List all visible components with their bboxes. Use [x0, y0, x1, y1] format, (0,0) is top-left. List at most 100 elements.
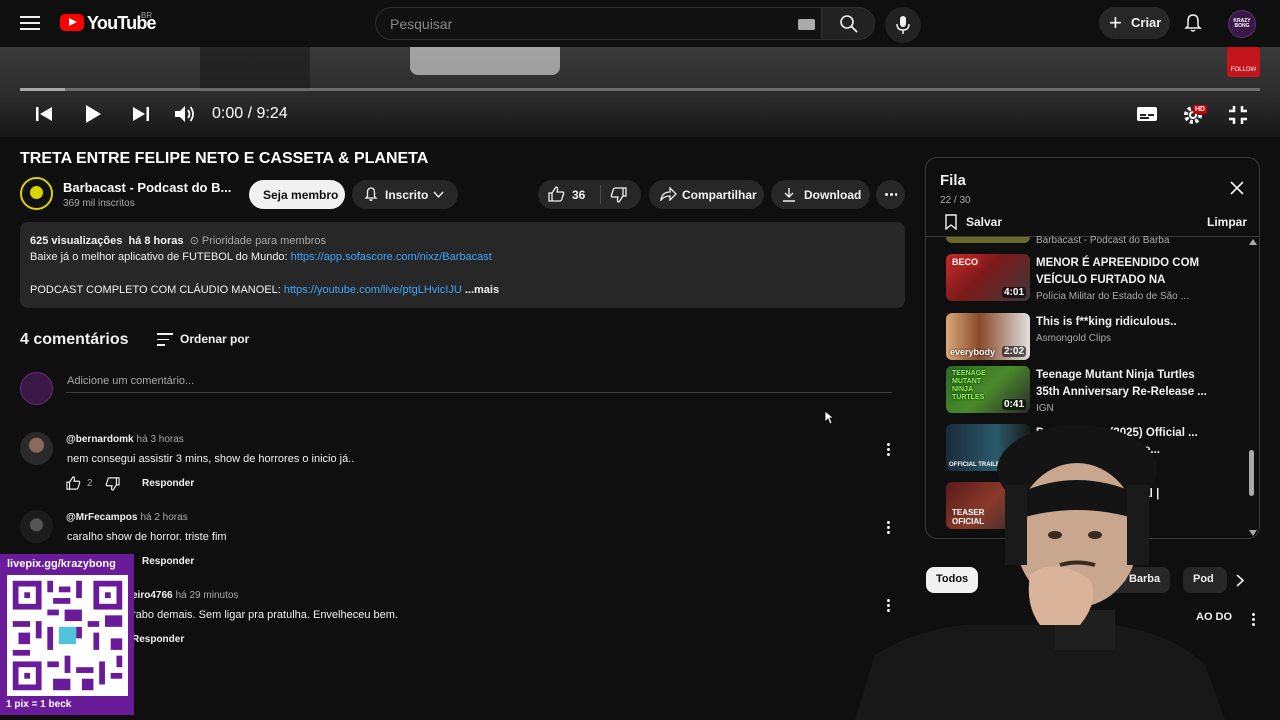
- more-horizontal-icon: [884, 193, 897, 196]
- share-button[interactable]: Compartilhar: [649, 180, 764, 209]
- comment-author[interactable]: eiro4766 há 29 minutos: [132, 590, 238, 601]
- sort-button[interactable]: Ordenar por: [180, 332, 249, 346]
- notifications-bell-icon[interactable]: [1183, 13, 1203, 33]
- comment-author-handle[interactable]: @MrFecampos: [66, 512, 137, 523]
- queue-thumbnail[interactable]: everybody 2:02: [946, 313, 1030, 360]
- dislike-icon[interactable]: [610, 187, 627, 203]
- thumbnail-text: everybody: [950, 347, 996, 357]
- comment-author[interactable]: @MrFecampos há 2 horas: [66, 512, 188, 523]
- join-button[interactable]: Seja membro: [249, 180, 345, 209]
- chevron-right-icon[interactable]: [1235, 574, 1245, 587]
- plus-icon: +: [1109, 10, 1122, 35]
- donation-url: livepix.gg/krazybong: [7, 558, 116, 570]
- more-actions-button[interactable]: [876, 180, 905, 209]
- next-icon[interactable]: [132, 106, 150, 122]
- queue-item-title[interactable]: MENOR É APREENDIDO COM VEÍCULO FURTADO N…: [1036, 255, 1208, 289]
- queue-scrollbar[interactable]: [1249, 450, 1254, 496]
- search-icon: [840, 15, 858, 33]
- queue-item[interactable]: BECO 4:01 MENOR É APREENDIDO COM VEÍCULO…: [946, 254, 1246, 308]
- comment-like-count: 2: [87, 478, 93, 489]
- commenter-avatar[interactable]: [20, 510, 53, 543]
- reply-button[interactable]: Responder: [142, 556, 194, 567]
- member-priority-icon: ⊙: [189, 235, 199, 247]
- download-label: Download: [804, 188, 862, 202]
- hd-badge: HD: [1193, 105, 1208, 114]
- channel-name[interactable]: Barbacast - Podcast do B...: [63, 180, 233, 195]
- related-menu-icon[interactable]: [1252, 613, 1256, 628]
- youtube-logo-icon[interactable]: [60, 14, 84, 31]
- comment-dislike-icon[interactable]: [105, 477, 120, 491]
- comment-text: rabo demais. Sem ligar pra pratulha. Env…: [132, 609, 398, 621]
- close-icon[interactable]: [1229, 180, 1245, 196]
- like-count[interactable]: 36: [572, 188, 585, 202]
- reply-button[interactable]: Responder: [132, 634, 184, 645]
- scroll-up-icon[interactable]: [1249, 239, 1257, 245]
- subscribed-button[interactable]: Inscrito: [352, 180, 458, 209]
- queue-item-title[interactable]: Teenage Mutant Ninja Turtles 35th Annive…: [1036, 367, 1208, 401]
- description-link-2[interactable]: https://youtube.com/live/ptgLHvicIJU: [284, 284, 462, 296]
- comment-time: há 3 horas: [136, 434, 184, 445]
- search-input[interactable]: Pesquisar: [375, 7, 822, 40]
- keyboard-icon[interactable]: [798, 19, 815, 30]
- progress-bar[interactable]: [20, 88, 1260, 91]
- top-bar: YouTube BR Pesquisar + Criar KRAZY BONG: [0, 0, 1280, 47]
- queue-thumbnail[interactable]: TEENAGE MUTANT NINJA TURTLES 0:41: [946, 366, 1030, 413]
- download-button[interactable]: Download: [771, 180, 870, 209]
- comment-like-icon[interactable]: [66, 476, 81, 490]
- streamer-webcam-overlay: [855, 425, 1225, 720]
- save-queue-button[interactable]: Salvar: [966, 215, 1002, 229]
- video-duration: 4:01: [1001, 287, 1026, 298]
- account-avatar[interactable]: KRAZY BONG: [1228, 10, 1256, 38]
- description-box[interactable]: 625 visualizações há 8 horas ⊙ Prioridad…: [20, 222, 905, 308]
- like-icon[interactable]: [548, 186, 565, 202]
- queue-item[interactable]: TEENAGE MUTANT NINJA TURTLES 0:41 Teenag…: [946, 366, 1246, 420]
- queue-item-channel: IGN: [1036, 403, 1054, 414]
- chevron-down-icon: [433, 191, 444, 199]
- bookmark-icon[interactable]: [945, 214, 957, 230]
- play-icon[interactable]: [84, 104, 102, 124]
- search-button[interactable]: [821, 7, 875, 40]
- thumbnail-text: BECO: [950, 257, 981, 267]
- queue-item-title[interactable]: This is f**king ridiculous..: [1036, 314, 1208, 331]
- volume-icon[interactable]: [174, 104, 196, 124]
- commenter-avatar[interactable]: [20, 432, 53, 465]
- subscribed-label: Inscrito: [385, 188, 429, 202]
- subscriber-count: 369 mil inscritos: [63, 198, 135, 209]
- bell-icon: [364, 187, 378, 201]
- comment-author[interactable]: @bernardomk há 3 horas: [66, 434, 184, 445]
- sort-icon[interactable]: [157, 333, 173, 350]
- description-meta: 625 visualizações há 8 horas ⊙ Prioridad…: [30, 234, 326, 247]
- like-dislike-group: 36: [538, 180, 641, 209]
- search-placeholder: Pesquisar: [390, 16, 453, 32]
- voice-search-button[interactable]: [885, 7, 921, 43]
- create-label: Criar: [1131, 15, 1162, 30]
- video-frame-object: [410, 47, 560, 75]
- divider: [600, 185, 601, 204]
- queue-item-channel: Barbacast - Podcast do Barba: [1036, 235, 1170, 246]
- comment-input-underline: [66, 392, 892, 393]
- previous-icon[interactable]: [35, 106, 53, 122]
- video-title: TRETA ENTRE FELIPE NETO E CASSETA & PLAN…: [20, 150, 429, 167]
- comment-text: nem consegui assistir 3 mins, show de ho…: [67, 453, 355, 465]
- my-avatar: [20, 372, 53, 405]
- menu-icon[interactable]: [20, 13, 40, 33]
- clear-queue-button[interactable]: Limpar: [1207, 215, 1247, 229]
- scroll-down-icon[interactable]: [1249, 530, 1257, 536]
- mouse-cursor-icon: [824, 410, 834, 425]
- reply-button[interactable]: Responder: [142, 478, 194, 489]
- add-comment-input[interactable]: Adicione um comentário...: [67, 375, 194, 387]
- video-player[interactable]: FOLLOW 0:00 / 9:24 HD: [0, 47, 1280, 137]
- queue-thumbnail[interactable]: [946, 237, 1030, 243]
- donation-qr-overlay: livepix.gg/krazybong 1 pix = 1 beck: [0, 554, 134, 715]
- video-frame-object: [200, 47, 310, 89]
- queue-item[interactable]: everybody 2:02 This is f**king ridiculou…: [946, 313, 1246, 367]
- show-more-link[interactable]: ...mais: [465, 284, 499, 296]
- channel-avatar[interactable]: [20, 177, 53, 210]
- comment-author-handle[interactable]: @bernardomk: [66, 434, 134, 445]
- subtitles-icon[interactable]: [1136, 106, 1158, 122]
- exit-fullscreen-icon[interactable]: [1228, 105, 1248, 125]
- description-link-1[interactable]: https://app.sofascore.com/nixz/Barbacast: [291, 251, 492, 263]
- create-button[interactable]: + Criar: [1099, 7, 1170, 39]
- comment-author-handle[interactable]: eiro4766: [132, 590, 173, 601]
- queue-thumbnail[interactable]: BECO 4:01: [946, 254, 1030, 301]
